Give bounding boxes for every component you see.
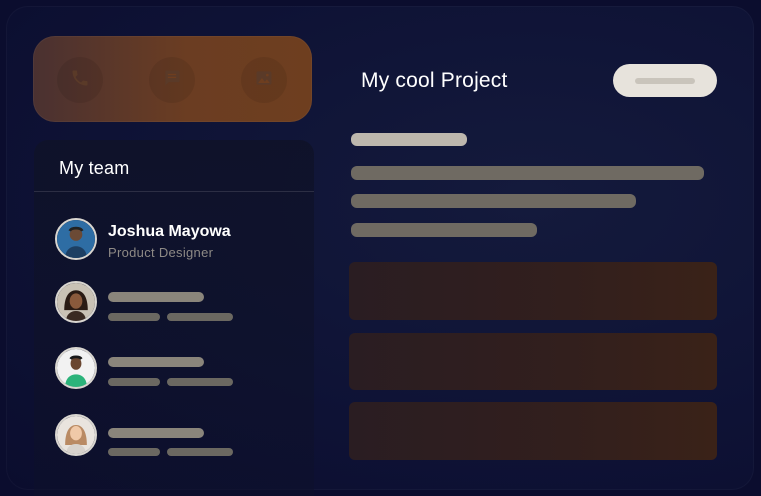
text-line-placeholder xyxy=(351,166,704,180)
member-role: Product Designer xyxy=(108,245,214,260)
subtitle-placeholder xyxy=(351,133,467,146)
project-title: My cool Project xyxy=(361,69,508,92)
member-role-placeholder xyxy=(108,378,160,386)
member-name-placeholder xyxy=(108,357,204,367)
member-name-placeholder xyxy=(108,292,204,302)
call-button[interactable] xyxy=(57,57,103,103)
member-name[interactable]: Joshua Mayowa xyxy=(108,223,231,241)
image-button[interactable] xyxy=(241,57,287,103)
text-line-placeholder xyxy=(351,194,636,208)
image-icon xyxy=(254,68,274,93)
button-label-placeholder xyxy=(635,77,695,84)
message-icon xyxy=(162,68,182,93)
member-meta-placeholder xyxy=(167,378,233,386)
member-role-placeholder xyxy=(108,313,160,321)
avatar-man-green[interactable] xyxy=(55,347,97,389)
avatar-woman-2[interactable] xyxy=(55,414,97,456)
divider xyxy=(34,191,314,192)
member-role-placeholder xyxy=(108,448,160,456)
phone-icon xyxy=(70,68,90,93)
message-button[interactable] xyxy=(149,57,195,103)
avatar-joshua[interactable] xyxy=(55,218,97,260)
team-header: My team xyxy=(59,158,130,178)
task-card[interactable] xyxy=(349,333,717,390)
avatar-woman-1[interactable] xyxy=(55,281,97,323)
project-action-button[interactable] xyxy=(613,64,717,97)
communication-toolbar xyxy=(33,36,312,122)
member-meta-placeholder xyxy=(167,448,233,456)
task-card[interactable] xyxy=(349,262,717,320)
member-meta-placeholder xyxy=(167,313,233,321)
task-card[interactable] xyxy=(349,402,717,460)
member-name-placeholder xyxy=(108,428,204,438)
text-line-placeholder xyxy=(351,223,537,237)
